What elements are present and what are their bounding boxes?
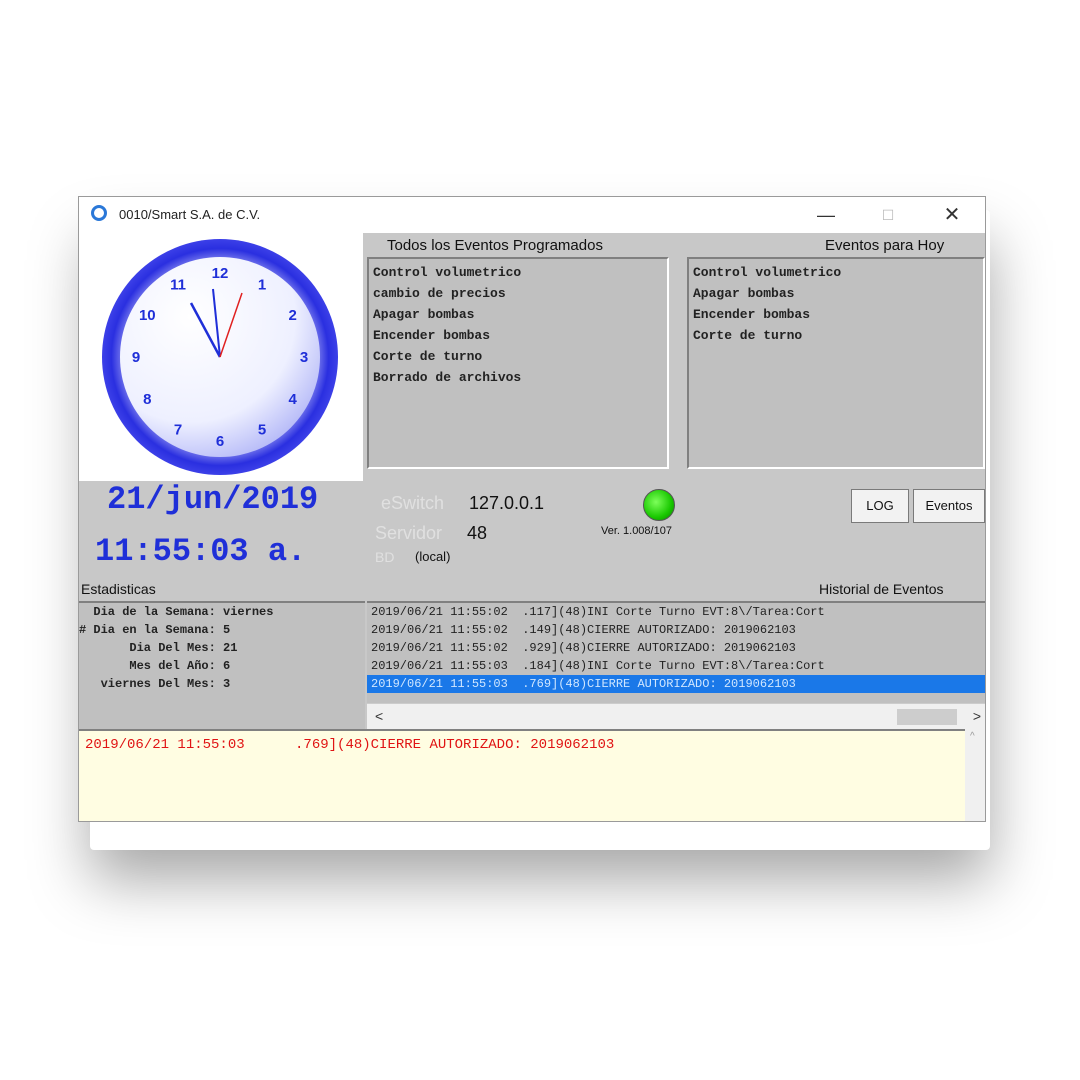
clock-numeral: 5 — [258, 422, 266, 439]
stats-line: Dia de la Semana: viernes — [79, 605, 274, 619]
today-events-list[interactable]: Control volumetrico Apagar bombas Encend… — [687, 257, 985, 469]
clock-numeral: 8 — [143, 391, 151, 408]
list-item[interactable]: Corte de turno — [373, 346, 663, 367]
clock-numeral: 10 — [139, 307, 156, 324]
analog-clock: 121234567891011 — [102, 239, 338, 475]
server-label: Servidor — [375, 523, 443, 543]
stats-line: viernes Del Mes: 3 — [79, 677, 231, 691]
clock-numeral: 11 — [170, 276, 186, 293]
analog-clock-panel: 12 1 2 3 4 5 6 7 8 9 10 11 — [79, 233, 363, 481]
history-row[interactable]: 2019/06/21 11:55:03 .184](48)INI Corte T… — [367, 657, 985, 675]
clock-numeral: 12 — [212, 265, 229, 282]
date-display: 21/jun/2019 — [107, 481, 319, 518]
list-item[interactable]: Apagar bombas — [693, 283, 979, 304]
clock-numeral: 2 — [289, 307, 297, 324]
list-item[interactable]: Encender bombas — [693, 304, 979, 325]
stats-panel: Dia de la Semana: viernes # Dia en la Se… — [79, 601, 365, 731]
scroll-up-icon[interactable]: ^ — [970, 731, 975, 742]
bd-value: (local) — [415, 549, 451, 564]
history-label: Historial de Eventos — [819, 581, 944, 597]
list-item[interactable]: Corte de turno — [693, 325, 979, 346]
all-events-list[interactable]: Control volumetrico cambio de precios Ap… — [367, 257, 669, 469]
history-row[interactable]: 2019/06/21 11:55:02 .929](48)CIERRE AUTO… — [367, 639, 985, 657]
clock-numeral: 4 — [289, 391, 298, 408]
status-led-icon — [643, 489, 675, 521]
scroll-thumb[interactable] — [897, 709, 957, 725]
clock-numeral: 9 — [132, 349, 140, 366]
clock-numeral: 3 — [300, 349, 308, 366]
clock-numeral: 1 — [258, 276, 266, 293]
app-icon — [91, 205, 107, 221]
history-row[interactable]: 2019/06/21 11:55:02 .149](48)CIERRE AUTO… — [367, 621, 985, 639]
window-title: 0010/Smart S.A. de C.V. — [119, 207, 261, 222]
stats-line: Dia Del Mes: 21 — [79, 641, 238, 655]
minimize-button[interactable]: — — [803, 201, 849, 229]
log-panel[interactable]: 2019/06/21 11:55:03 .769](48)CIERRE AUTO… — [79, 729, 965, 821]
list-item[interactable]: Borrado de archivos — [373, 367, 663, 388]
log-line: 2019/06/21 11:55:03 .769](48)CIERRE AUTO… — [85, 737, 615, 753]
history-horizontal-scrollbar[interactable]: < > — [367, 703, 985, 730]
scroll-right-icon[interactable]: > — [973, 708, 981, 724]
stats-line: Mes del Año: 6 — [79, 659, 231, 673]
scroll-left-icon[interactable]: < — [375, 708, 383, 724]
title-bar[interactable]: 0010/Smart S.A. de C.V. — ☐ ✕ — [79, 197, 985, 233]
maximize-button[interactable]: ☐ — [865, 201, 911, 229]
list-item[interactable]: Encender bombas — [373, 325, 663, 346]
list-item[interactable]: Apagar bombas — [373, 304, 663, 325]
version-label: Ver. 1.008/107 — [601, 525, 672, 537]
list-item[interactable]: cambio de precios — [373, 283, 663, 304]
clock-numeral: 7 — [174, 422, 182, 439]
close-button[interactable]: ✕ — [929, 201, 975, 229]
stats-label: Estadisticas — [81, 581, 156, 597]
history-row-selected[interactable]: 2019/06/21 11:55:03 .769](48)CIERRE AUTO… — [367, 675, 985, 693]
log-vertical-scrollbar[interactable]: ^ — [965, 729, 985, 821]
clock-numeral: 6 — [216, 433, 224, 450]
today-events-label: Eventos para Hoy — [825, 237, 945, 254]
list-item[interactable]: Control volumetrico — [373, 262, 663, 283]
time-display: 11:55:03 a. — [95, 533, 307, 570]
log-button[interactable]: LOG — [851, 489, 909, 523]
list-item[interactable]: Control volumetrico — [693, 262, 979, 283]
eswitch-label: eSwitch — [381, 493, 445, 513]
app-window: 0010/Smart S.A. de C.V. — ☐ ✕ 12 1 2 3 4 5 6 7 8 — [78, 196, 986, 822]
server-value: 48 — [467, 523, 488, 543]
bd-label: BD — [375, 549, 395, 565]
events-button[interactable]: Eventos — [913, 489, 985, 523]
eswitch-value: 127.0.0.1 — [469, 493, 545, 513]
history-row[interactable]: 2019/06/21 11:55:02 .117](48)INI Corte T… — [367, 603, 985, 621]
stats-line: # Dia en la Semana: 5 — [79, 623, 231, 637]
history-list[interactable]: 2019/06/21 11:55:02 .117](48)INI Corte T… — [367, 601, 985, 703]
all-events-label: Todos los Eventos Programados — [387, 237, 603, 254]
